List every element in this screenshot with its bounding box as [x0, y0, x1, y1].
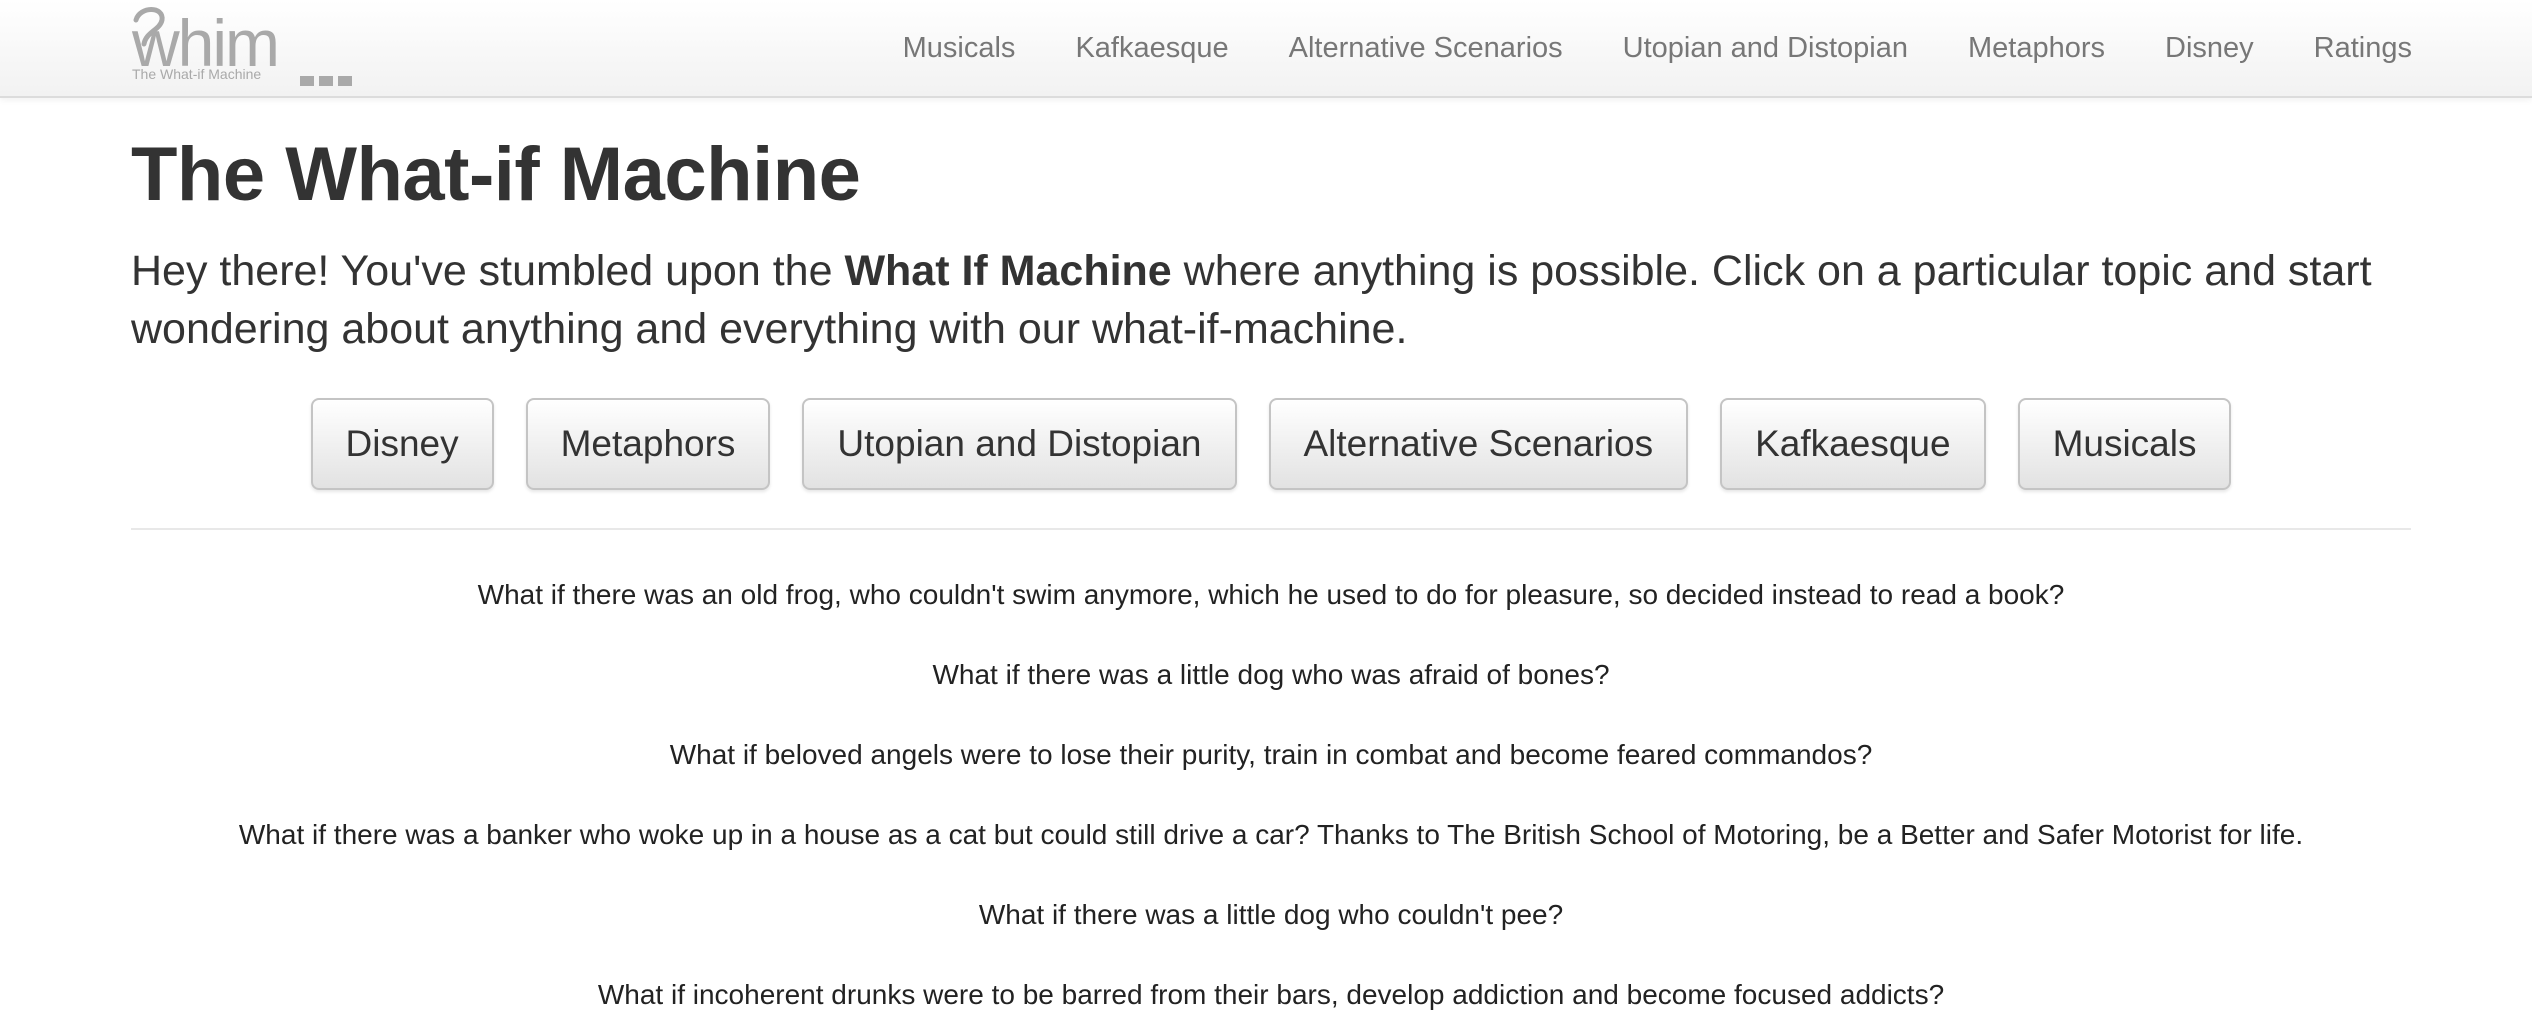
intro-text-bold: What If Machine [844, 247, 1172, 295]
topic-button-alternative-scenarios[interactable]: Alternative Scenarios [1268, 398, 1689, 490]
topic-button-disney[interactable]: Disney [310, 398, 494, 490]
nav-link-musicals[interactable]: Musicals [903, 32, 1016, 65]
question-list: What if there was an old frog, who could… [131, 554, 2411, 1034]
navbar: whim The What-if Machine Musicals Kafkae… [0, 0, 2532, 98]
whim-logo[interactable]: whim The What-if Machine [130, 4, 366, 90]
topic-button-metaphors[interactable]: Metaphors [525, 398, 771, 490]
topic-button-musicals[interactable]: Musicals [2017, 398, 2232, 490]
nav-link-disney[interactable]: Disney [2165, 32, 2254, 65]
intro-text: Hey there! You've stumbled upon the What… [131, 242, 2411, 358]
nav-link-kafkaesque[interactable]: Kafkaesque [1075, 32, 1228, 65]
nav-link-alternative-scenarios[interactable]: Alternative Scenarios [1289, 32, 1563, 65]
page-title: The What-if Machine [131, 132, 861, 217]
question-item: What if there was a banker who woke up i… [238, 819, 2304, 850]
topic-button-group: Disney Metaphors Utopian and Distopian A… [131, 398, 2411, 490]
nav-link-ratings[interactable]: Ratings [2314, 32, 2412, 65]
divider [131, 528, 2411, 530]
main-nav: Musicals Kafkaesque Alternative Scenario… [903, 0, 2412, 96]
question-item: What if there was a little dog who could… [978, 899, 1564, 930]
question-item: What if there was an old frog, who could… [477, 579, 2065, 610]
topic-button-kafkaesque[interactable]: Kafkaesque [1720, 398, 1986, 490]
nav-link-utopian-and-distopian[interactable]: Utopian and Distopian [1623, 32, 1908, 65]
logo-tagline: The What-if Machine [132, 66, 261, 82]
intro-text-start: Hey there! You've stumbled upon the [131, 247, 845, 295]
main-content: The What-if Machine Hey there! You've st… [131, 98, 2411, 1034]
nav-link-metaphors[interactable]: Metaphors [1968, 32, 2105, 65]
topic-button-utopian-and-distopian[interactable]: Utopian and Distopian [802, 398, 1237, 490]
question-item: What if there was a little dog who was a… [932, 659, 1610, 690]
question-item: What if incoherent drunks were to be bar… [597, 979, 1945, 1010]
question-item: What if beloved angels were to lose thei… [669, 739, 1873, 770]
